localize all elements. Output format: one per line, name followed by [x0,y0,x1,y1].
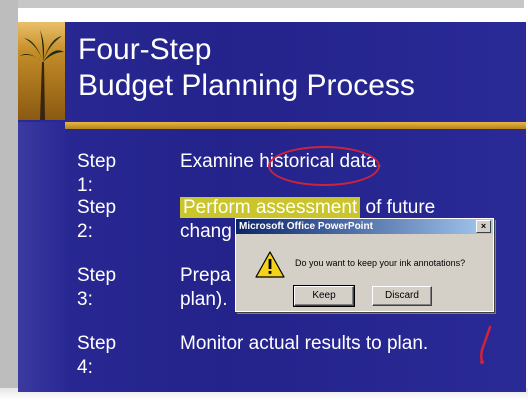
step-2-label: Step 2: [77,197,117,242]
dialog-message: Do you want to keep your ink annotations… [295,258,466,268]
step-4-label: Step 4: [77,333,117,378]
dialog-title: Microsoft Office PowerPoint [239,221,373,232]
step-4-text: Monitor actual results to plan. [180,333,429,354]
slide: Four-Step Budget Planning Process Step 1… [18,22,526,392]
window-frame-left [0,0,18,392]
step-3-label: Step 3: [77,265,117,310]
slide-title-line2: Budget Planning Process [78,69,415,102]
dialog-titlebar[interactable]: Microsoft Office PowerPoint × [236,219,493,234]
title-divider [65,122,526,129]
warning-icon [255,251,285,278]
step-3-line2-text: plan). [180,289,228,310]
step-1-label: Step 1: [77,151,117,196]
ink-check-annotation [479,325,492,364]
step-3-text: Prepa [180,265,231,286]
window-frame-top [4,0,524,8]
close-icon: × [480,221,487,231]
keep-button[interactable]: Keep [293,285,355,307]
step-2-text: Perform assessment of future [180,196,435,220]
step-2-line2-text: chang [180,221,232,242]
step-2-text-after: of future [360,197,436,218]
step-1-text-before: Examine [180,151,260,172]
step-2-highlight: Perform assessment [180,197,361,218]
palm-tree-icon [20,30,64,120]
ink-circle-annotation [268,146,380,186]
close-button[interactable]: × [476,220,491,233]
slide-title-line1: Four-Step [78,33,212,66]
slide-title: Four-Step Budget Planning Process [78,32,415,104]
keep-ink-dialog: Microsoft Office PowerPoint × Do you wan… [235,218,494,312]
slide-photo [18,22,65,120]
slide-left-band [18,122,65,392]
discard-button[interactable]: Discard [372,286,432,306]
